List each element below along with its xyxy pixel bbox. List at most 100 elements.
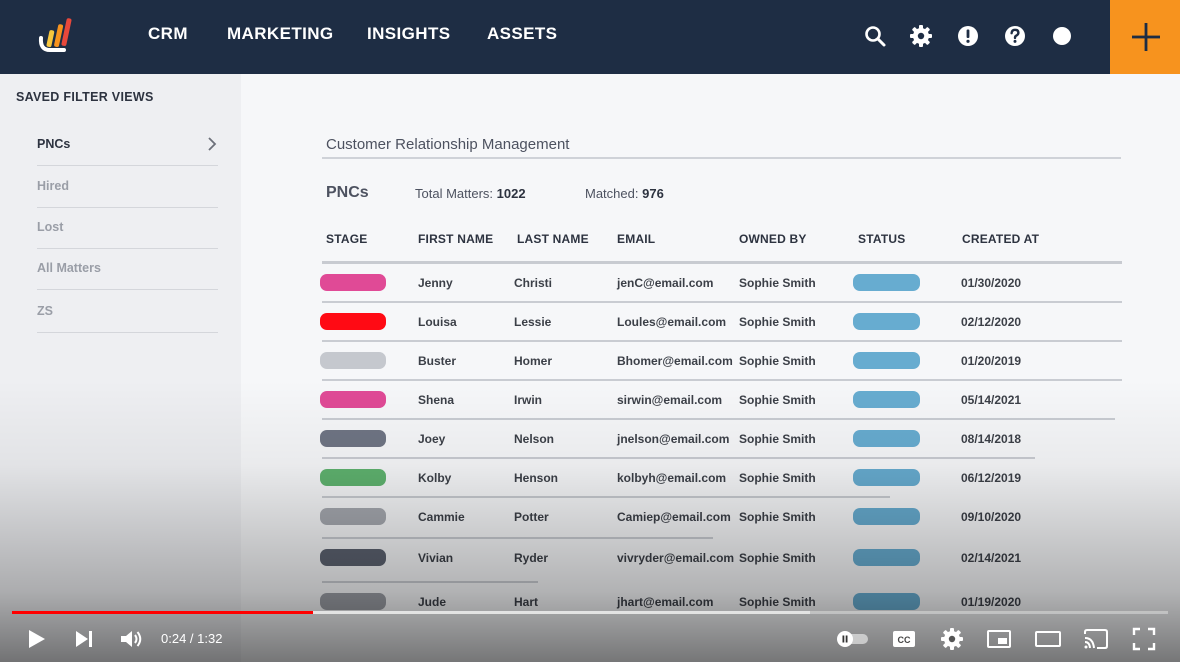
email-cell[interactable]: Loules@email.com: [617, 315, 726, 329]
email-cell[interactable]: jhart@email.com: [617, 595, 713, 609]
last-name-cell: Hart: [514, 595, 539, 609]
total-matters: Total Matters: 1022: [415, 186, 526, 201]
status-pill: [853, 391, 920, 408]
owner-cell: Sophie Smith: [739, 354, 816, 368]
table-row[interactable]: Shena Irwin sirwin@email.com Sophie Smith 05…: [0, 380, 1180, 419]
first-name-cell: Kolby: [418, 471, 452, 485]
plus-icon: [1132, 23, 1160, 51]
nav-item-insights[interactable]: INSIGHTS: [367, 24, 451, 44]
email-cell[interactable]: Bhomer@email.com: [617, 354, 733, 368]
created-at-cell: 01/30/2020: [961, 276, 1022, 290]
owner-cell: Sophie Smith: [739, 510, 816, 524]
created-at-cell: 01/19/2020: [961, 595, 1022, 609]
status-pill: [853, 352, 920, 369]
email-cell[interactable]: sirwin@email.com: [617, 393, 722, 407]
first-name-cell: Louisa: [418, 315, 457, 329]
search-icon[interactable]: [863, 24, 887, 48]
sidebar-item-pncs[interactable]: PNCs: [37, 124, 218, 166]
cast-icon[interactable]: [1083, 626, 1109, 652]
status-pill: [853, 593, 920, 610]
add-button[interactable]: [1110, 0, 1180, 74]
column-header-created-at[interactable]: CREATED AT: [962, 232, 1039, 246]
nav-item-assets[interactable]: ASSETS: [487, 24, 557, 44]
stage-pill: [320, 593, 386, 610]
column-header-email[interactable]: EMAIL: [617, 232, 655, 246]
total-matters-value: 1022: [496, 186, 526, 201]
email-cell[interactable]: Camiep@email.com: [617, 510, 731, 524]
last-name-cell: Henson: [514, 471, 559, 485]
view-name: PNCs: [326, 184, 369, 201]
email-cell[interactable]: vivryder@email.com: [617, 551, 734, 565]
column-header-first-name[interactable]: FIRST NAME: [418, 232, 493, 246]
status-pill: [853, 549, 920, 566]
stage-pill: [320, 352, 386, 369]
fullscreen-icon[interactable]: [1131, 626, 1157, 652]
created-at-cell: 01/20/2019: [961, 354, 1022, 368]
table-row[interactable]: Jenny Christi jenC@email.com Sophie Smith 01…: [0, 263, 1180, 302]
gear-icon[interactable]: [909, 24, 933, 48]
sidebar-item-hired[interactable]: Hired: [37, 166, 218, 208]
first-name-cell: Buster: [418, 354, 457, 368]
column-header-status[interactable]: STATUS: [858, 232, 905, 246]
table-row[interactable]: Vivian Ryder vivryder@email.com Sophie Smit…: [0, 538, 1180, 577]
email-cell[interactable]: jnelson@email.com: [617, 432, 729, 446]
table-row[interactable]: Kolby Henson kolbyh@email.com Sophie Smith 0…: [0, 458, 1180, 497]
captions-icon[interactable]: CC: [891, 626, 917, 652]
sidebar-item-label: PNCs: [37, 137, 71, 151]
owner-cell: Sophie Smith: [739, 276, 816, 290]
status-pill: [853, 430, 920, 447]
created-at-cell: 05/14/2021: [961, 393, 1022, 407]
created-at-cell: 08/14/2018: [961, 432, 1022, 446]
play-icon[interactable]: [23, 626, 49, 652]
progress-bar[interactable]: [12, 611, 1168, 614]
status-pill: [853, 274, 920, 291]
alert-icon[interactable]: [956, 24, 980, 48]
autoplay-toggle-icon[interactable]: [835, 626, 869, 652]
owner-cell: Sophie Smith: [739, 551, 816, 565]
next-icon[interactable]: [71, 626, 97, 652]
sidebar-item-label: Lost: [37, 220, 64, 234]
profile-icon[interactable]: [1050, 24, 1074, 48]
nav-item-marketing[interactable]: MARKETING: [227, 24, 334, 44]
stage-pill: [320, 549, 386, 566]
email-cell[interactable]: jenC@email.com: [617, 276, 713, 290]
last-name-cell: Homer: [514, 354, 553, 368]
first-name-cell: Jude: [418, 595, 447, 609]
column-header-last-name[interactable]: LAST NAME: [517, 232, 589, 246]
stage-pill: [320, 313, 386, 330]
owner-cell: Sophie Smith: [739, 595, 816, 609]
miniplayer-icon[interactable]: [986, 626, 1012, 652]
created-at-cell: 02/12/2020: [961, 315, 1022, 329]
app-logo-icon[interactable]: [38, 16, 78, 56]
owner-cell: Sophie Smith: [739, 315, 816, 329]
table-row[interactable]: Jude Hart jhart@email.com Sophie Smith 01/19…: [0, 582, 1180, 621]
created-at-cell: 06/12/2019: [961, 471, 1022, 485]
stage-pill: [320, 430, 386, 447]
first-name-cell: Cammie: [418, 510, 465, 524]
theater-icon[interactable]: [1034, 626, 1062, 652]
column-header-owned-by[interactable]: OWNED BY: [739, 232, 807, 246]
table-row[interactable]: Buster Homer Bhomer@email.com Sophie Smith 0…: [0, 341, 1180, 380]
owner-cell: Sophie Smith: [739, 393, 816, 407]
svg-text:CC: CC: [898, 635, 911, 645]
created-at-cell: 02/14/2021: [961, 551, 1022, 565]
table-row[interactable]: Louisa Lessie Loules@email.com Sophie Smith…: [0, 302, 1180, 341]
column-header-stage[interactable]: STAGE: [326, 232, 367, 246]
matched-value: 976: [642, 186, 664, 201]
last-name-cell: Potter: [514, 510, 549, 524]
help-icon[interactable]: [1003, 24, 1027, 48]
sidebar-item-lost[interactable]: Lost: [37, 207, 218, 249]
last-name-cell: Lessie: [514, 315, 552, 329]
email-cell[interactable]: kolbyh@email.com: [617, 471, 726, 485]
created-at-cell: 09/10/2020: [961, 510, 1022, 524]
sidebar-title: SAVED FILTER VIEWS: [16, 90, 154, 104]
table-row[interactable]: Cammie Potter Camiep@email.com Sophie Smith…: [0, 497, 1180, 536]
settings-icon[interactable]: [939, 626, 965, 652]
owner-cell: Sophie Smith: [739, 432, 816, 446]
last-name-cell: Nelson: [514, 432, 555, 446]
volume-icon[interactable]: [118, 626, 144, 652]
table-row[interactable]: Joey Nelson jnelson@email.com Sophie Smith 0…: [0, 419, 1180, 458]
nav-item-crm[interactable]: CRM: [148, 24, 188, 44]
title-divider: [322, 157, 1121, 159]
matched-count: Matched: 976: [585, 186, 664, 201]
